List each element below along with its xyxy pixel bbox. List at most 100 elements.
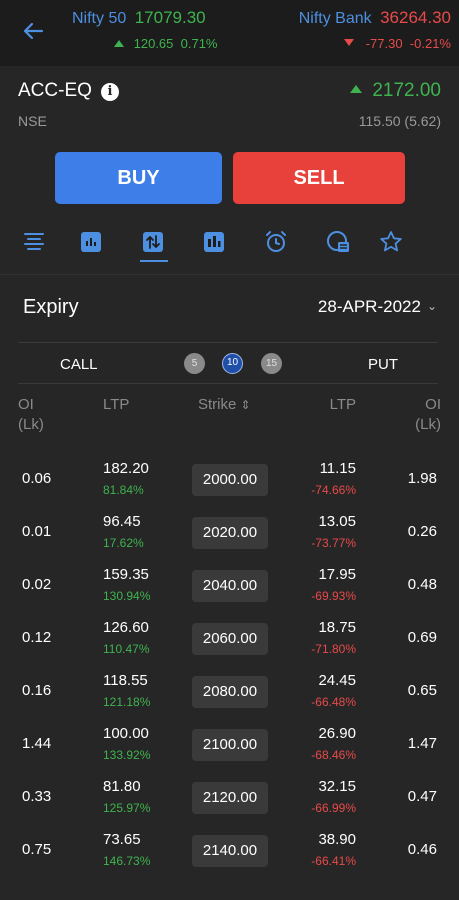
index-change-pct: -0.21% <box>409 36 451 51</box>
put-change-pct: -71.80% <box>311 642 356 656</box>
call-change-pct: 81.84% <box>103 483 144 497</box>
strike-price[interactable]: 2100.00 <box>192 729 268 761</box>
call-oi: 0.01 <box>22 523 52 540</box>
put-oi: 0.26 <box>407 523 437 540</box>
arrow-up-icon <box>350 85 363 93</box>
header-text: OI <box>425 396 441 413</box>
call-change-pct: 146.73% <box>103 854 151 868</box>
strike-count-10[interactable]: 10 <box>222 353 243 374</box>
strike-price[interactable]: 2060.00 <box>192 623 268 655</box>
call-ltp: 118.55 <box>103 672 148 689</box>
table-row[interactable]: 0.33 81.80 125.97% 2120.00 32.15 -66.99%… <box>0 770 459 823</box>
call-ltp: 73.65 <box>103 831 141 848</box>
call-oi: 0.75 <box>22 841 52 858</box>
strike-price[interactable]: 2000.00 <box>192 464 268 496</box>
call-oi-header: OI (Lk) <box>18 396 44 433</box>
strike-price[interactable]: 2080.00 <box>192 676 268 708</box>
put-change-pct: -73.77% <box>311 536 356 550</box>
news-icon[interactable] <box>325 229 351 255</box>
star-icon[interactable] <box>378 229 404 255</box>
put-ltp: 24.45 <box>318 672 356 689</box>
call-change-pct: 121.18% <box>103 695 151 709</box>
table-row[interactable]: 0.12 126.60 110.47% 2060.00 18.75 -71.80… <box>0 611 459 664</box>
option-chain-icon[interactable] <box>140 229 166 255</box>
chevron-down-icon: ⌄ <box>426 299 437 313</box>
strike-count-15[interactable]: 15 <box>261 353 282 374</box>
index-change: 120.65 <box>133 36 174 51</box>
put-ltp: 38.90 <box>318 831 356 848</box>
market-depth-icon[interactable] <box>21 229 47 255</box>
header-unit: (Lk) <box>415 416 441 433</box>
strike-price[interactable]: 2020.00 <box>192 517 268 549</box>
call-oi: 0.16 <box>22 682 52 699</box>
call-change-pct: 17.62% <box>103 536 144 550</box>
table-row[interactable]: 0.16 118.55 121.18% 2080.00 24.45 -66.48… <box>0 664 459 717</box>
buy-button[interactable]: BUY <box>55 152 222 204</box>
ltp-value: 2172.00 <box>372 80 441 101</box>
alarm-icon[interactable] <box>263 229 289 255</box>
call-ltp: 126.60 <box>103 619 149 636</box>
expiry-label: Expiry <box>23 296 79 318</box>
put-oi-header: OI (Lk) <box>415 396 441 433</box>
put-change-pct: -66.41% <box>311 854 356 868</box>
put-oi: 0.46 <box>407 841 437 858</box>
put-ltp: 13.05 <box>318 513 356 530</box>
arrow-up-icon <box>114 40 124 47</box>
call-ltp: 159.35 <box>103 566 149 583</box>
strike-count-5[interactable]: 5 <box>184 353 205 374</box>
back-arrow-icon[interactable] <box>20 18 46 44</box>
put-change-pct: -66.99% <box>311 801 356 815</box>
put-oi: 0.47 <box>407 788 437 805</box>
call-ltp: 96.45 <box>103 513 141 530</box>
call-change-pct: 133.92% <box>103 748 151 762</box>
put-oi: 0.69 <box>407 629 437 646</box>
chart-icon[interactable] <box>78 229 104 255</box>
strike-price[interactable]: 2120.00 <box>192 782 268 814</box>
call-change-pct: 110.47% <box>103 642 150 656</box>
instrument-symbol: ACC-EQ <box>18 80 92 101</box>
strike-header[interactable]: Strike ⇕ <box>198 396 251 413</box>
table-row[interactable]: 0.06 182.20 81.84% 2000.00 11.15 -74.66%… <box>0 452 459 505</box>
put-oi: 1.47 <box>407 735 437 752</box>
put-change-pct: -69.93% <box>311 589 356 603</box>
call-ltp-header: LTP <box>103 396 130 413</box>
strike-price[interactable]: 2140.00 <box>192 835 268 867</box>
put-ltp: 11.15 <box>319 460 356 477</box>
put-oi: 0.48 <box>407 576 437 593</box>
call-oi: 0.06 <box>22 470 52 487</box>
put-change-pct: -68.46% <box>311 748 356 762</box>
put-change-pct: -66.48% <box>311 695 356 709</box>
info-icon[interactable]: i <box>101 83 119 101</box>
table-row[interactable]: 1.44 100.00 133.92% 2100.00 26.90 -68.46… <box>0 717 459 770</box>
table-row[interactable]: 0.75 73.65 146.73% 2140.00 38.90 -66.41%… <box>0 823 459 876</box>
index-change-pct: 0.71% <box>180 36 218 51</box>
call-ltp: 100.00 <box>103 725 149 742</box>
call-oi: 1.44 <box>22 735 52 752</box>
nifty50-ticker[interactable]: Nifty 50 17079.30 120.65 0.71% <box>72 8 218 51</box>
expiry-value: 28-APR-2022 <box>317 297 421 316</box>
call-ltp: 182.20 <box>103 460 149 477</box>
index-ticker-bar: Nifty 50 17079.30 120.65 0.71% Nifty Ban… <box>0 0 459 66</box>
call-oi: 0.33 <box>22 788 52 805</box>
table-row[interactable]: 0.02 159.35 130.94% 2040.00 17.95 -69.93… <box>0 558 459 611</box>
expiry-dropdown[interactable]: 28-APR-2022 ⌄ <box>318 297 437 317</box>
exchange-label: NSE <box>18 113 47 129</box>
put-oi: 0.65 <box>407 682 437 699</box>
table-row[interactable]: 0.01 96.45 17.62% 2020.00 13.05 -73.77% … <box>0 505 459 558</box>
put-label: PUT <box>368 356 398 373</box>
sell-button[interactable]: SELL <box>233 152 405 204</box>
niftybank-ticker[interactable]: Nifty Bank 36264.30 -77.30 -0.21% <box>299 8 451 51</box>
put-ltp: 18.75 <box>318 619 356 636</box>
sort-icon: ⇕ <box>240 398 251 412</box>
put-ltp: 26.90 <box>318 725 356 742</box>
put-change-pct: -74.66% <box>311 483 356 497</box>
put-ltp-header: LTP <box>329 396 356 413</box>
put-ltp: 17.95 <box>318 566 356 583</box>
call-oi: 0.12 <box>22 629 52 646</box>
header-unit: (Lk) <box>18 416 44 433</box>
index-value: 17079.30 <box>134 8 206 27</box>
arrow-down-icon <box>344 39 355 46</box>
bar-chart-icon[interactable] <box>201 229 227 255</box>
call-change-pct: 125.97% <box>103 801 151 815</box>
strike-price[interactable]: 2040.00 <box>192 570 268 602</box>
